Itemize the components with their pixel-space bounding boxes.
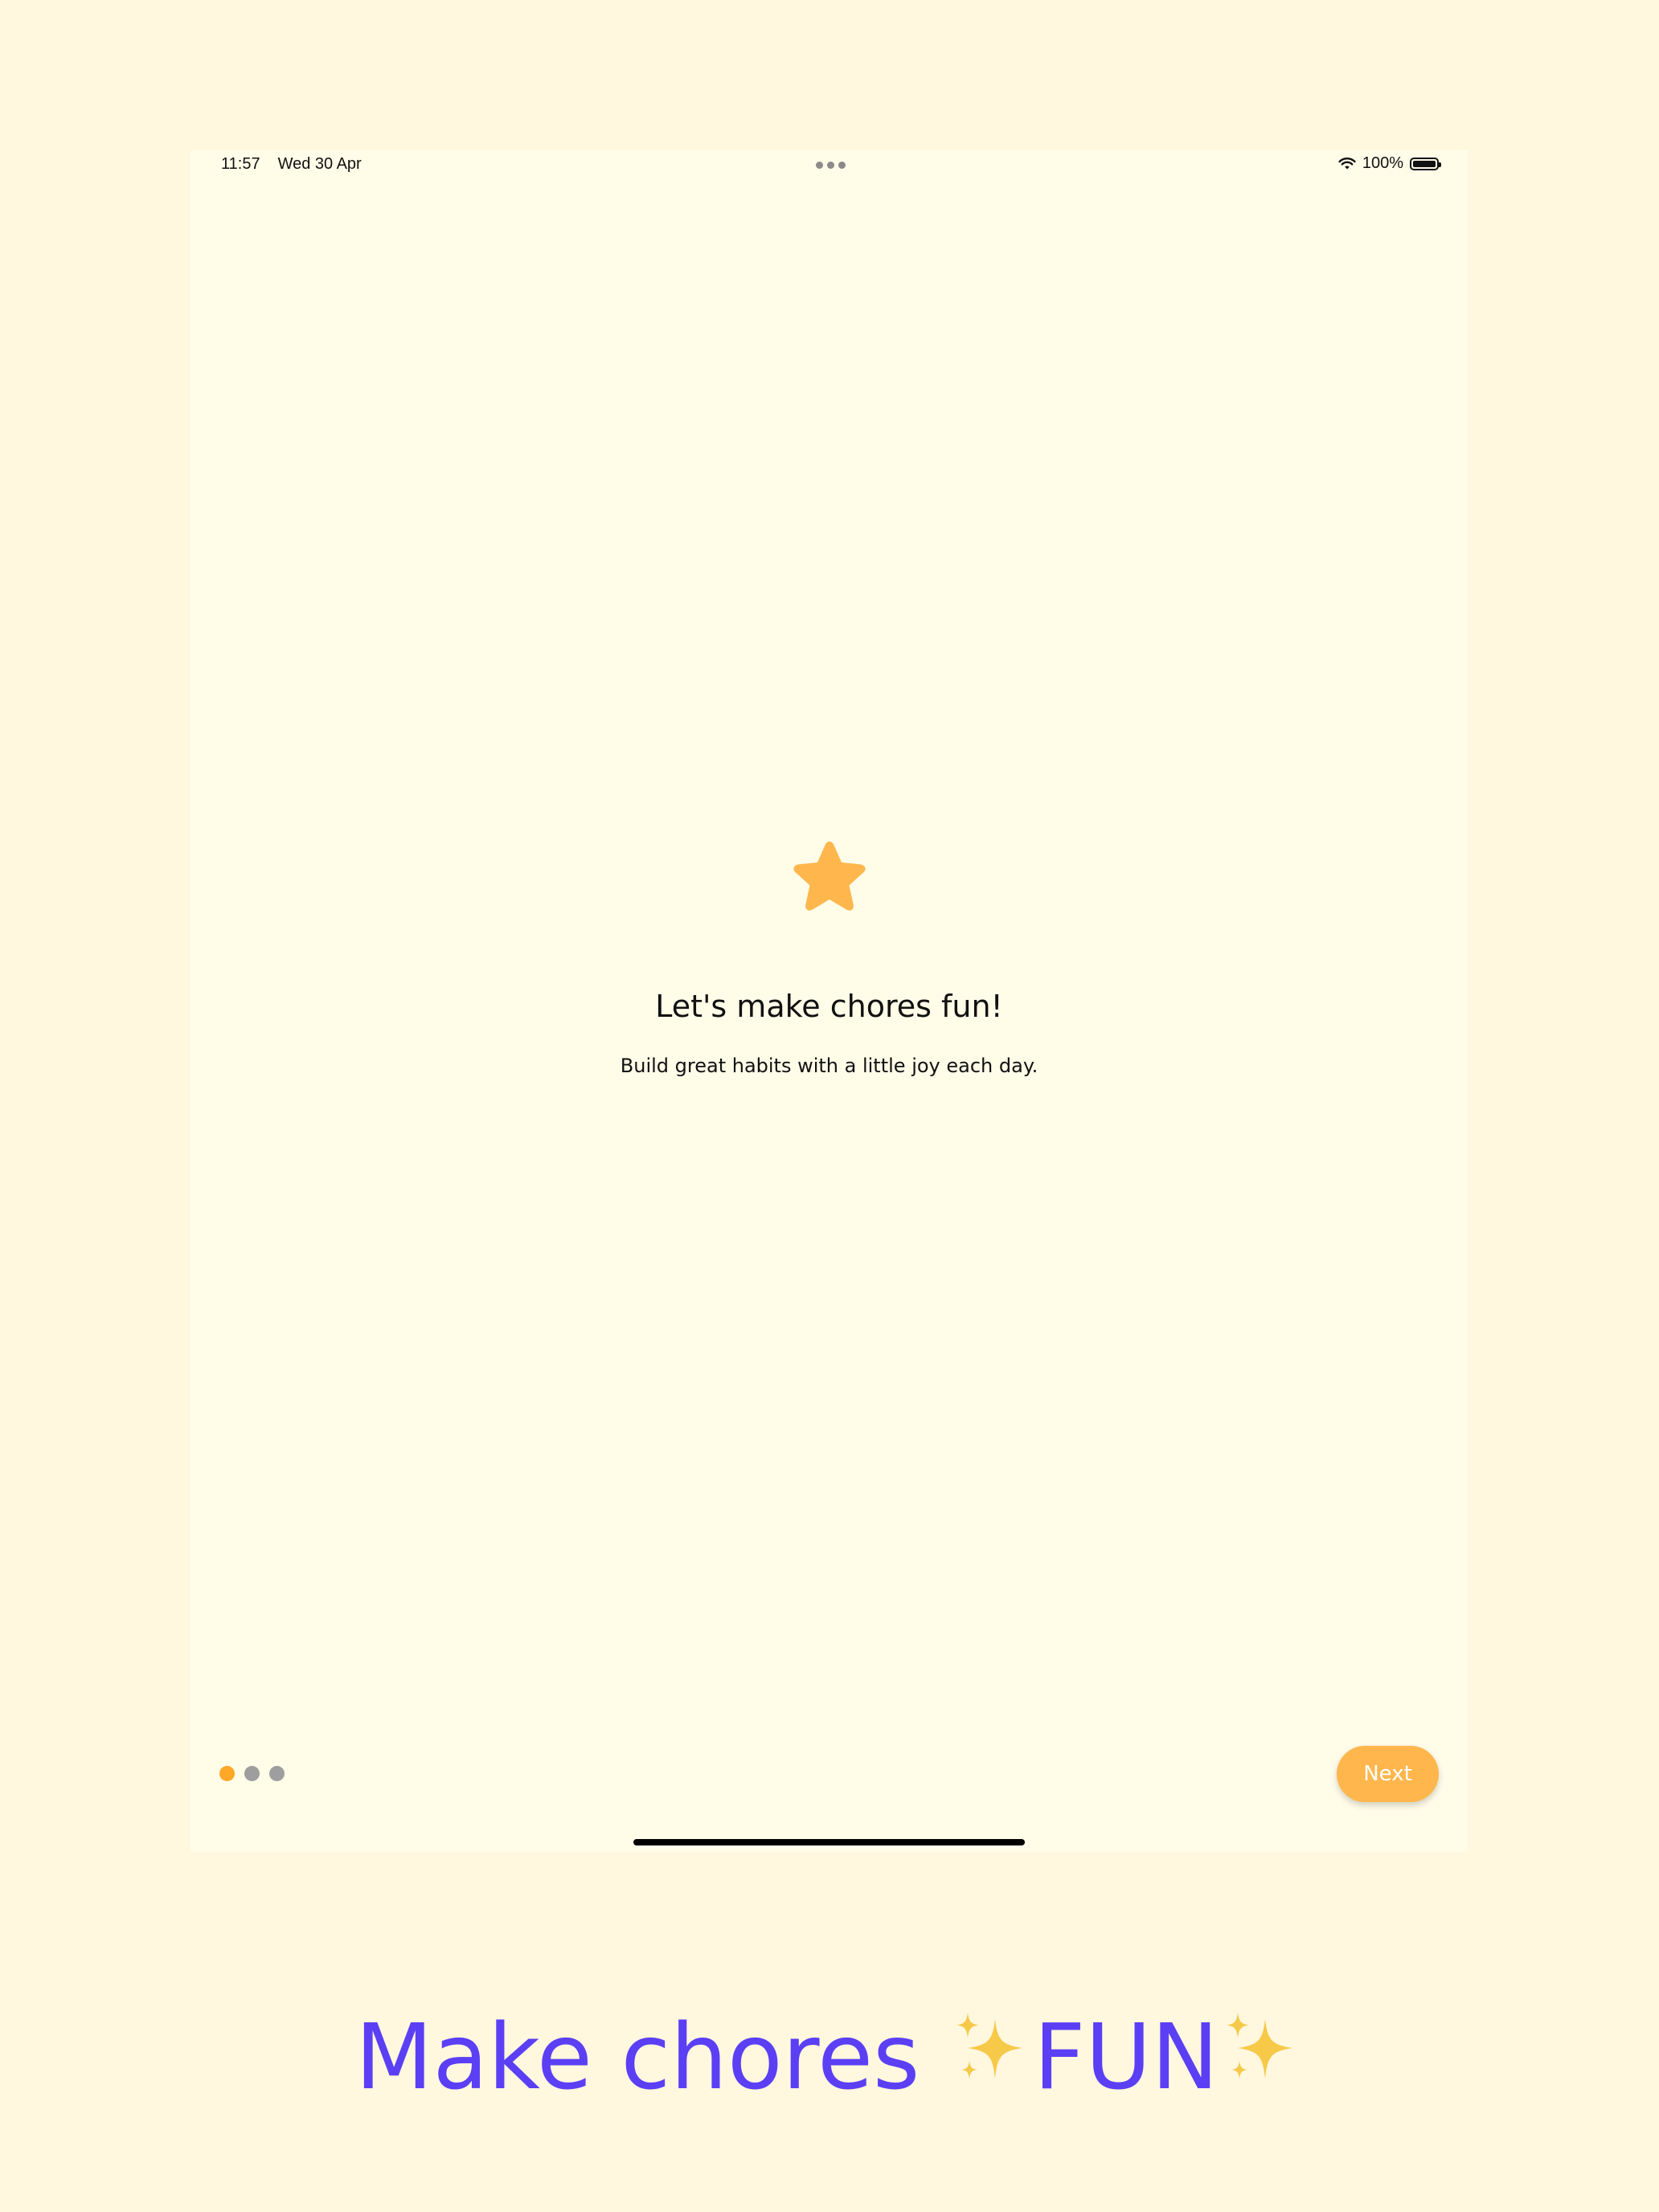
- page-dot[interactable]: [244, 1766, 260, 1781]
- home-indicator[interactable]: [633, 1839, 1025, 1845]
- status-time: 11:57: [221, 155, 260, 173]
- onboarding-subtitle: Build great habits with a little joy eac…: [620, 1055, 1038, 1077]
- dot-icon: [816, 162, 823, 169]
- star-icon: [782, 835, 877, 925]
- page-dot[interactable]: [269, 1766, 285, 1781]
- caption-prefix: Make chores: [354, 2005, 948, 2110]
- status-bar: 11:57 Wed 30 Apr 100%: [190, 150, 1468, 190]
- device-screen: 11:57 Wed 30 Apr 100% Let's make chores: [190, 150, 1468, 1852]
- status-right: 100%: [1338, 154, 1441, 173]
- battery-percentage: 100%: [1362, 154, 1403, 172]
- next-button[interactable]: Next: [1337, 1746, 1439, 1802]
- dot-icon: [838, 162, 846, 169]
- battery-full-icon: [1410, 157, 1441, 170]
- status-date: Wed 30 Apr: [277, 155, 362, 173]
- status-left: 11:57 Wed 30 Apr: [221, 155, 362, 174]
- wifi-icon: [1338, 158, 1356, 170]
- dot-icon: [827, 162, 834, 169]
- sparkles-icon: [1227, 2013, 1293, 2079]
- promo-caption: Make chores FUN: [0, 2001, 1659, 2114]
- onboarding-title: Let's make chores fun!: [655, 989, 1003, 1024]
- caption-highlight: FUN: [1033, 2005, 1219, 2110]
- page-dot-active[interactable]: [219, 1766, 235, 1781]
- sparkles-icon: [956, 2013, 1022, 2079]
- multitasking-menu[interactable]: [816, 162, 846, 169]
- page-indicator[interactable]: [219, 1766, 285, 1781]
